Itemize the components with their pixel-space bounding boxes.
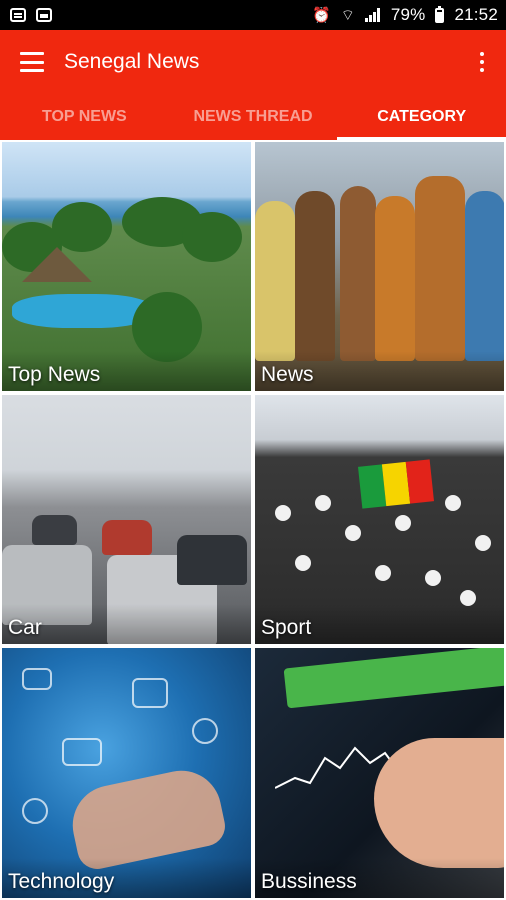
wifi-icon: ⌔ — [340, 6, 355, 24]
category-label: News — [261, 363, 314, 386]
category-tile-technology[interactable]: Technology — [0, 646, 253, 900]
category-label: Bussiness — [261, 870, 357, 893]
signal-icon — [364, 8, 381, 22]
toolbar: Senegal News — [0, 30, 506, 94]
app-bar: Senegal News TOP NEWS NEWS THREAD CATEGO… — [0, 30, 506, 140]
tab-top-news[interactable]: TOP NEWS — [0, 94, 169, 140]
status-bar: ⏰ ⌔ 79% 21:52 — [0, 0, 506, 30]
tab-news-thread[interactable]: NEWS THREAD — [169, 94, 338, 140]
overflow-menu-icon[interactable] — [470, 50, 494, 74]
category-tile-news[interactable]: News — [253, 140, 506, 393]
alarm-icon: ⏰ — [312, 6, 331, 24]
tab-bar: TOP NEWS NEWS THREAD CATEGORY — [0, 94, 506, 140]
category-grid: Top News News Car Sport Technology Bussi… — [0, 140, 506, 900]
message-notification-icon — [10, 8, 26, 22]
clock: 21:52 — [454, 5, 498, 24]
category-tile-car[interactable]: Car — [0, 393, 253, 646]
category-tile-sport[interactable]: Sport — [253, 393, 506, 646]
category-label: Technology — [8, 870, 115, 893]
status-notifications — [10, 8, 52, 22]
battery-percentage: 79% — [390, 5, 426, 24]
category-label: Sport — [261, 616, 312, 639]
tab-category[interactable]: CATEGORY — [337, 94, 506, 140]
battery-icon — [435, 5, 445, 23]
app-title: Senegal News — [64, 50, 200, 73]
hamburger-menu-icon[interactable] — [20, 52, 44, 72]
category-label: Top News — [8, 363, 101, 386]
image-notification-icon — [36, 8, 52, 22]
category-label: Car — [8, 616, 42, 639]
status-indicators: ⏰ ⌔ 79% 21:52 — [312, 5, 498, 25]
category-tile-top-news[interactable]: Top News — [0, 140, 253, 393]
category-tile-bussiness[interactable]: Bussiness — [253, 646, 506, 900]
